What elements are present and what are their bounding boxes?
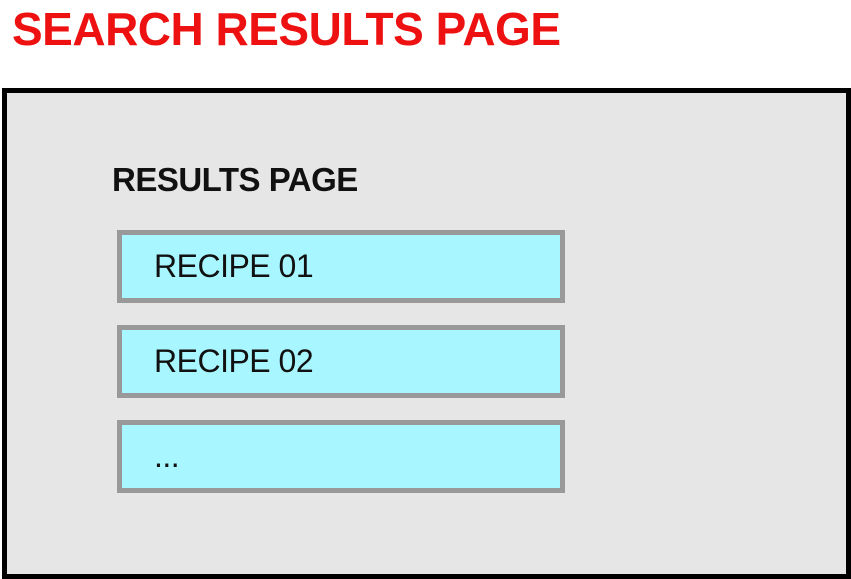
results-page-frame: RESULTS PAGE RECIPE 01 RECIPE 02 ... bbox=[2, 88, 851, 579]
result-item-recipe-01[interactable]: RECIPE 01 bbox=[117, 230, 565, 303]
result-list: RECIPE 01 RECIPE 02 ... bbox=[117, 230, 565, 515]
result-item-more[interactable]: ... bbox=[117, 420, 565, 493]
results-page-title: RESULTS PAGE bbox=[112, 161, 358, 198]
result-item-label: RECIPE 01 bbox=[154, 248, 314, 284]
page-heading: SEARCH RESULTS PAGE bbox=[12, 3, 561, 55]
result-item-recipe-02[interactable]: RECIPE 02 bbox=[117, 325, 565, 398]
result-item-label: RECIPE 02 bbox=[154, 343, 314, 379]
result-item-label: ... bbox=[154, 438, 180, 474]
